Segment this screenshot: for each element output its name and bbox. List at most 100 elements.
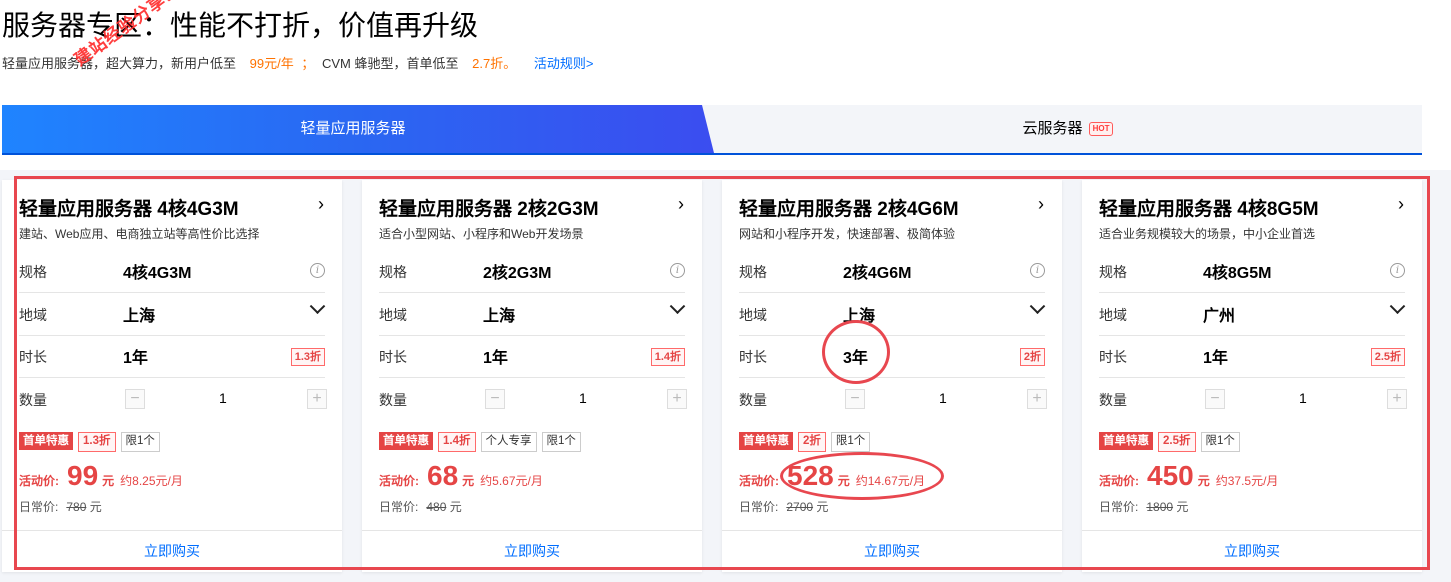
promo-tags: 首单特惠 2.5折 限1个 xyxy=(1099,432,1245,452)
product-card: 轻量应用服务器 4核8G5M › 适合业务规模较大的场景，中小企业首选 规格 4… xyxy=(1082,180,1422,572)
duration-label: 时长 xyxy=(379,349,407,365)
quantity-value[interactable]: 1 xyxy=(1299,390,1307,406)
plus-button[interactable]: + xyxy=(1387,389,1407,409)
chevron-right-icon[interactable]: › xyxy=(678,194,684,215)
price-value: 450 xyxy=(1147,460,1194,491)
duration-label: 时长 xyxy=(1099,349,1127,365)
region-select[interactable]: 地域 广州 xyxy=(1099,293,1406,336)
product-card: 轻量应用服务器 2核4G6M › 网站和小程序开发，快速部署、极简体验 规格 2… xyxy=(722,180,1062,572)
regular-price: 日常价: 2700 元 xyxy=(739,498,828,515)
duration-discount-badge: 2.5折 xyxy=(1370,348,1405,366)
quantity-value[interactable]: 1 xyxy=(939,390,947,406)
regular-price-label: 日常价: xyxy=(739,500,779,514)
limit-badge: 限1个 xyxy=(120,432,160,452)
duration-value: 1年 xyxy=(1203,350,1228,367)
spec-row: 规格 2核2G3M i xyxy=(379,250,685,293)
buy-now-button[interactable]: 立即购买 xyxy=(1082,530,1422,572)
duration-value: 3年 xyxy=(843,350,868,367)
tab-cloud-server[interactable]: 云服务器 HOT xyxy=(714,105,1422,153)
tab-label: 轻量应用服务器 xyxy=(300,120,406,137)
regular-price-label: 日常价: xyxy=(379,500,419,514)
activity-price: 活动价: 99 元约8.25元/月 xyxy=(19,460,183,492)
duration-row[interactable]: 时长 1年 1.4折 xyxy=(379,335,685,378)
card-description: 建站、Web应用、电商独立站等高性价比选择 xyxy=(19,227,260,241)
personal-only-badge: 个人专享 xyxy=(480,432,537,452)
spec-label: 规格 xyxy=(739,264,767,280)
card-description: 适合小型网站、小程序和Web开发场景 xyxy=(379,227,584,241)
regular-price: 日常价: 1800 元 xyxy=(1099,498,1188,515)
quantity-stepper: 数量 − 1 + xyxy=(19,378,327,420)
minus-button[interactable]: − xyxy=(845,389,865,409)
spec-value: 4核4G3M xyxy=(123,265,192,282)
quantity-value[interactable]: 1 xyxy=(579,390,587,406)
chevron-down-icon[interactable] xyxy=(309,298,326,315)
hot-badge: HOT xyxy=(1088,122,1114,136)
plus-button[interactable]: + xyxy=(307,389,327,409)
limit-badge: 限1个 xyxy=(1200,432,1240,452)
chevron-down-icon[interactable] xyxy=(669,298,686,315)
duration-discount-badge: 1.3折 xyxy=(290,348,325,366)
regular-price-unit: 元 xyxy=(449,500,462,514)
subtitle-text-b: CVM 蜂驰型，首单低至 xyxy=(321,56,459,71)
quantity-value[interactable]: 1 xyxy=(219,390,227,406)
info-icon[interactable]: i xyxy=(1390,263,1405,278)
quantity-label: 数量 xyxy=(739,392,767,408)
minus-button[interactable]: − xyxy=(125,389,145,409)
card-description: 网站和小程序开发，快速部署、极简体验 xyxy=(739,227,956,241)
plus-button[interactable]: + xyxy=(667,389,687,409)
tab-lightweight-server[interactable]: 轻量应用服务器 xyxy=(2,105,714,153)
activity-price-label: 活动价: xyxy=(19,474,59,488)
duration-label: 时长 xyxy=(19,349,47,365)
chevron-right-icon[interactable]: › xyxy=(318,194,324,215)
region-label: 地域 xyxy=(739,307,767,323)
duration-row[interactable]: 时长 1年 1.3折 xyxy=(19,335,325,378)
quantity-stepper: 数量 − 1 + xyxy=(379,378,687,420)
region-select[interactable]: 地域 上海 xyxy=(739,293,1046,336)
quantity-stepper: 数量 − 1 + xyxy=(739,378,1047,420)
info-icon[interactable]: i xyxy=(1030,263,1045,278)
discount-badge: 2.5折 xyxy=(1158,432,1196,452)
chevron-right-icon[interactable]: › xyxy=(1038,194,1044,215)
quantity-stepper: 数量 − 1 + xyxy=(1099,378,1407,420)
quantity-label: 数量 xyxy=(379,392,407,408)
duration-row[interactable]: 时长 3年 2折 xyxy=(739,335,1045,378)
buy-now-button[interactable]: 立即购买 xyxy=(722,530,1062,572)
region-select[interactable]: 地域 上海 xyxy=(379,293,686,336)
card-description: 适合业务规模较大的场景，中小企业首选 xyxy=(1099,227,1316,241)
region-value: 上海 xyxy=(483,308,516,325)
activity-price: 活动价: 528 元约14.67元/月 xyxy=(739,460,925,492)
chevron-down-icon[interactable] xyxy=(1029,298,1046,315)
info-icon[interactable]: i xyxy=(310,263,325,278)
plus-button[interactable]: + xyxy=(1027,389,1047,409)
quantity-label: 数量 xyxy=(19,392,47,408)
buy-now-button[interactable]: 立即购买 xyxy=(2,530,342,572)
activity-price-label: 活动价: xyxy=(739,474,779,488)
limit-badge: 限1个 xyxy=(541,432,581,452)
region-label: 地域 xyxy=(19,307,47,323)
promo-tags: 首单特惠 1.4折 个人专享 限1个 xyxy=(379,432,586,452)
regular-price-value: 2700 xyxy=(786,500,814,514)
duration-value: 1年 xyxy=(483,350,508,367)
spec-row: 规格 4核4G3M i xyxy=(19,250,325,293)
region-value: 广州 xyxy=(1203,308,1236,325)
minus-button[interactable]: − xyxy=(1205,389,1225,409)
buy-now-button[interactable]: 立即购买 xyxy=(362,530,702,572)
first-order-badge: 首单特惠 xyxy=(19,432,73,450)
subtitle-price-1: 99元/年 xyxy=(249,56,294,71)
first-order-badge: 首单特惠 xyxy=(1099,432,1153,450)
discount-badge: 1.4折 xyxy=(438,432,476,452)
spec-value: 2核4G6M xyxy=(843,265,912,282)
chevron-right-icon[interactable]: › xyxy=(1398,194,1404,215)
minus-button[interactable]: − xyxy=(485,389,505,409)
subtitle-text-a: 轻量应用服务器，超大算力，新用户低至 xyxy=(2,56,237,71)
region-select[interactable]: 地域 上海 xyxy=(19,293,326,336)
activity-rules-link[interactable]: 活动规则> xyxy=(534,56,594,71)
monthly-price: 约14.67元/月 xyxy=(855,474,926,488)
region-label: 地域 xyxy=(379,307,407,323)
product-card: 轻量应用服务器 2核2G3M › 适合小型网站、小程序和Web开发场景 规格 2… xyxy=(362,180,702,572)
info-icon[interactable]: i xyxy=(670,263,685,278)
spec-label: 规格 xyxy=(19,264,47,280)
chevron-down-icon[interactable] xyxy=(1389,298,1406,315)
duration-row[interactable]: 时长 1年 2.5折 xyxy=(1099,335,1405,378)
monthly-price: 约37.5元/月 xyxy=(1215,474,1279,488)
